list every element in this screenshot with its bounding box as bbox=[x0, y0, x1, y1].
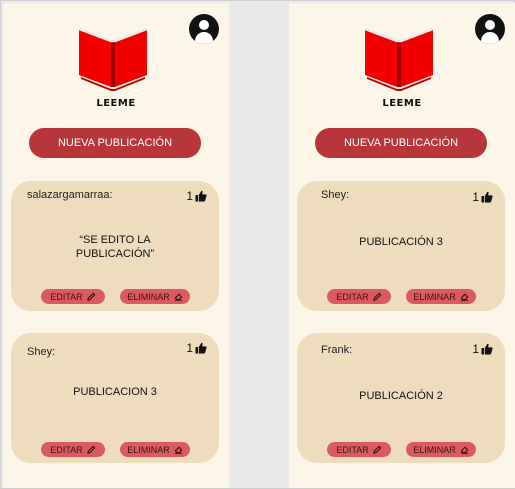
edit-button-label: EDITAR bbox=[50, 291, 83, 302]
pencil-icon bbox=[86, 292, 96, 301]
eraser-icon bbox=[174, 446, 183, 454]
new-post-button[interactable]: NUEVA PUBLICACIÓN bbox=[315, 128, 487, 158]
post-content: PUBLICACIÓN 2 bbox=[359, 390, 443, 402]
edit-button[interactable]: EDITAR bbox=[327, 289, 391, 304]
edit-button[interactable]: EDITAR bbox=[41, 442, 105, 457]
delete-button-label: ELIMINAR bbox=[413, 291, 456, 302]
like-count-value: 1 bbox=[472, 342, 479, 356]
pencil-icon bbox=[372, 445, 382, 454]
book-logo-icon bbox=[364, 27, 434, 91]
like-count[interactable]: 1 bbox=[186, 189, 207, 203]
like-count[interactable]: 1 bbox=[472, 342, 493, 356]
book-logo-icon bbox=[78, 27, 148, 91]
post-card: Shey: 1 PUBLICACIÓN 3 EDITAR ELIMINAR bbox=[297, 181, 505, 311]
post-card: salazargamarraa: 1 “SE EDITO LA PUBLICAC… bbox=[11, 181, 219, 311]
like-count-value: 1 bbox=[186, 341, 193, 355]
thumbs-up-icon[interactable] bbox=[481, 191, 493, 203]
pencil-icon bbox=[372, 292, 382, 301]
thumbs-up-icon[interactable] bbox=[195, 342, 207, 354]
user-icon[interactable] bbox=[475, 14, 505, 44]
like-count-value: 1 bbox=[472, 190, 479, 204]
thumbs-up-icon[interactable] bbox=[195, 190, 207, 202]
post-content: PUBLICACION 3 bbox=[73, 386, 157, 398]
app-frame: LEEME NUEVA PUBLICACIÓN salazargamarraa:… bbox=[0, 0, 515, 489]
post-author: Shey: bbox=[321, 189, 350, 201]
post-author: salazargamarraa: bbox=[27, 189, 113, 201]
screen-right: LEEME NUEVA PUBLICACIÓN Shey: 1 PUBLICAC… bbox=[289, 3, 515, 488]
like-count-value: 1 bbox=[186, 189, 193, 203]
delete-button-label: ELIMINAR bbox=[127, 444, 170, 455]
pencil-icon bbox=[86, 445, 96, 454]
post-content: “SE EDITO LA PUBLICACIÓN” bbox=[75, 234, 155, 260]
delete-button-label: ELIMINAR bbox=[413, 444, 456, 455]
post-card: Frank: 1 PUBLICACIÓN 2 EDITAR ELIMINAR bbox=[297, 333, 505, 463]
delete-button[interactable]: ELIMINAR bbox=[406, 442, 476, 457]
post-author: Frank: bbox=[321, 344, 353, 356]
eraser-icon bbox=[174, 293, 183, 301]
post-content: PUBLICACIÓN 3 bbox=[359, 236, 443, 248]
post-card: Shey: 1 PUBLICACION 3 EDITAR ELIMINAR bbox=[11, 333, 219, 463]
edit-button-label: EDITAR bbox=[50, 444, 83, 455]
edit-button[interactable]: EDITAR bbox=[327, 442, 391, 457]
screen-left: LEEME NUEVA PUBLICACIÓN salazargamarraa:… bbox=[3, 3, 229, 488]
edit-button-label: EDITAR bbox=[336, 291, 369, 302]
delete-button-label: ELIMINAR bbox=[127, 291, 170, 302]
post-author: Shey: bbox=[27, 346, 56, 358]
edit-button-label: EDITAR bbox=[336, 444, 369, 455]
delete-button[interactable]: ELIMINAR bbox=[406, 289, 476, 304]
eraser-icon bbox=[460, 293, 469, 301]
user-icon[interactable] bbox=[189, 14, 219, 44]
brand-name: LEEME bbox=[382, 98, 422, 109]
new-post-button[interactable]: NUEVA PUBLICACIÓN bbox=[29, 128, 201, 158]
eraser-icon bbox=[460, 446, 469, 454]
brand-name: LEEME bbox=[96, 98, 136, 109]
like-count[interactable]: 1 bbox=[186, 341, 207, 355]
delete-button[interactable]: ELIMINAR bbox=[120, 442, 190, 457]
thumbs-up-icon[interactable] bbox=[481, 343, 493, 355]
like-count[interactable]: 1 bbox=[472, 190, 493, 204]
edit-button[interactable]: EDITAR bbox=[41, 289, 105, 304]
delete-button[interactable]: ELIMINAR bbox=[120, 289, 190, 304]
